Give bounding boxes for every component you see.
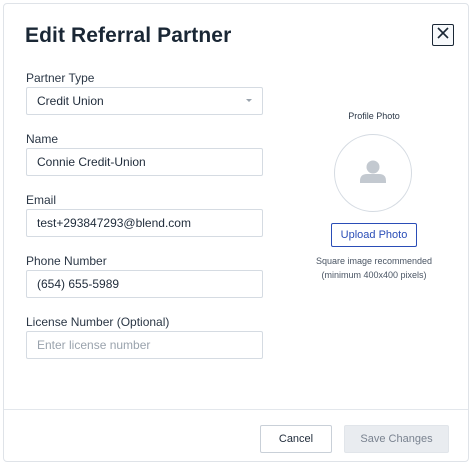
- dialog-title: Edit Referral Partner: [25, 24, 232, 47]
- partner-type-select[interactable]: Credit Union: [26, 87, 263, 115]
- footer-divider: [4, 409, 468, 410]
- photo-hint-line1: Square image recommended: [315, 256, 433, 266]
- photo-hint-line2: (minimum 400x400 pixels): [321, 270, 427, 280]
- name-input[interactable]: [26, 148, 263, 176]
- license-number-label: License Number (Optional): [26, 315, 170, 329]
- profile-photo-label: Profile Photo: [348, 111, 400, 121]
- save-changes-button[interactable]: Save Changes: [344, 425, 449, 453]
- close-button[interactable]: [432, 24, 454, 46]
- email-label: Email: [26, 193, 57, 207]
- partner-type-value: Credit Union: [37, 94, 104, 108]
- phone-number-input[interactable]: [26, 270, 263, 298]
- avatar: [334, 134, 412, 212]
- email-input[interactable]: [26, 209, 263, 237]
- license-number-input[interactable]: [26, 331, 263, 359]
- phone-number-label: Phone Number: [26, 254, 107, 268]
- name-label: Name: [26, 132, 59, 146]
- close-icon: [436, 26, 450, 45]
- edit-referral-partner-dialog: Edit Referral Partner Partner Type Credi…: [3, 3, 469, 462]
- upload-photo-button[interactable]: Upload Photo: [331, 223, 417, 247]
- cancel-button[interactable]: Cancel: [260, 425, 332, 453]
- chevron-down-icon: [246, 99, 252, 102]
- partner-type-label: Partner Type: [26, 71, 95, 85]
